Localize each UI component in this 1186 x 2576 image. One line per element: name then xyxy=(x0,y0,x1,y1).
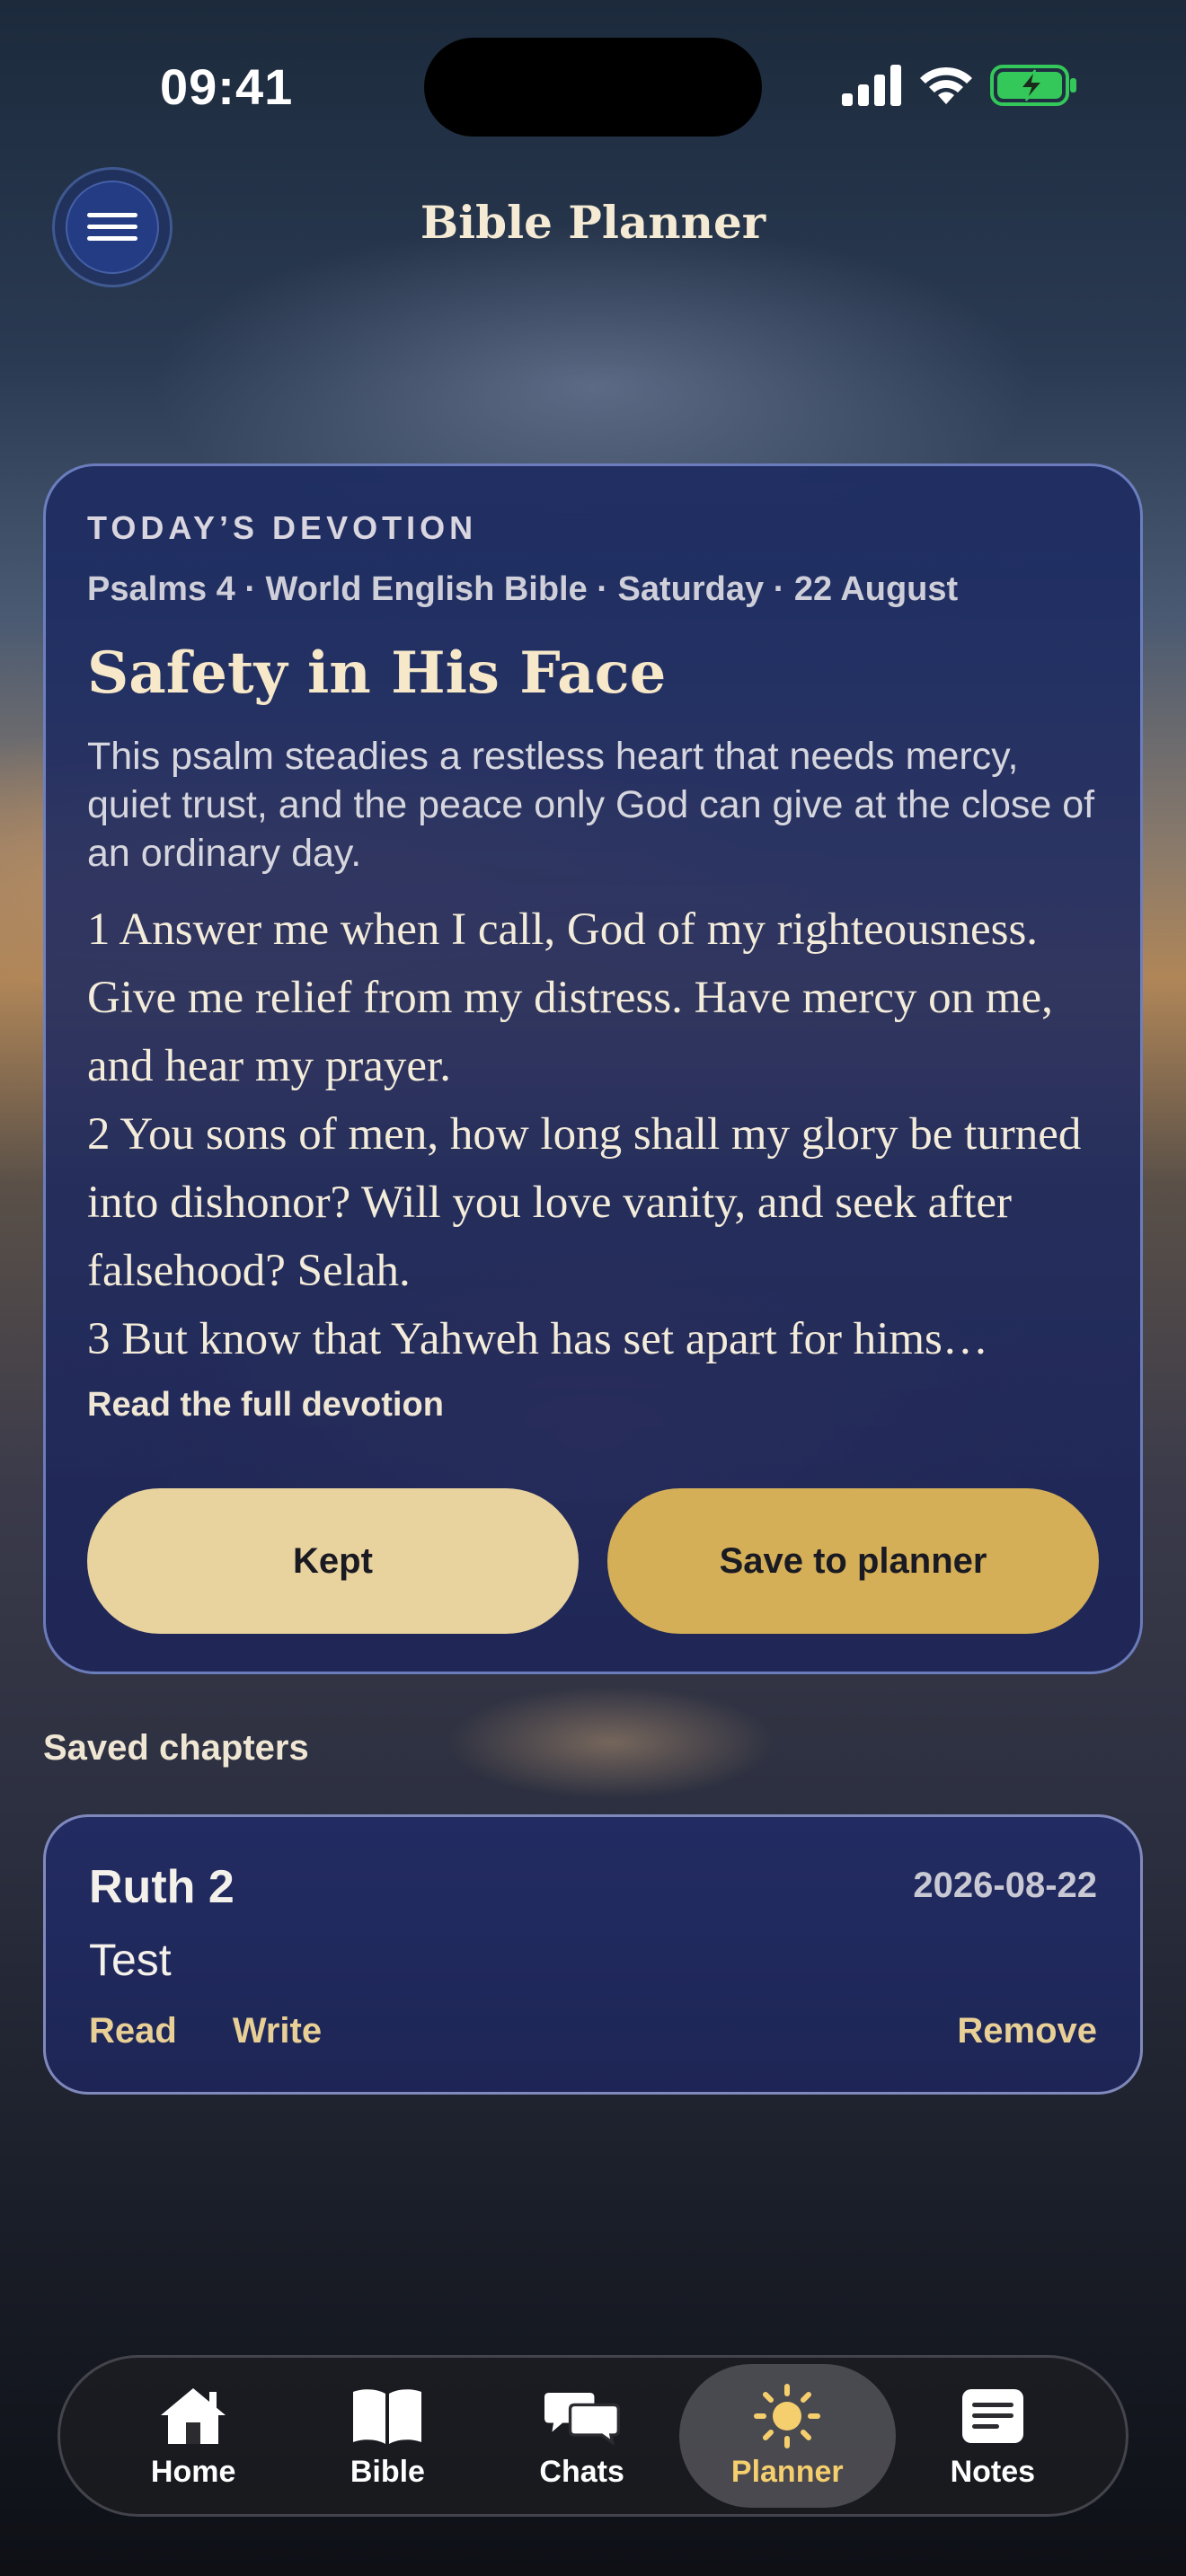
home-icon xyxy=(155,2383,231,2449)
chat-bubbles-icon xyxy=(544,2383,620,2449)
verse-2: 2 You sons of men, how long shall my glo… xyxy=(87,1109,1082,1296)
page-title: Bible Planner xyxy=(420,196,766,249)
devotion-eyebrow: TODAY’S DEVOTION xyxy=(87,509,478,546)
sun-icon xyxy=(749,2383,825,2449)
tab-chats[interactable]: Chats xyxy=(485,2364,679,2508)
saved-chapters-heading: Saved chapters xyxy=(43,1728,309,1768)
scripture-passage: 1 Answer me when I call, God of my right… xyxy=(87,895,1099,1373)
tab-notes-label: Notes xyxy=(950,2454,1036,2489)
tab-bible[interactable]: Bible xyxy=(290,2364,484,2508)
dynamic-island xyxy=(424,38,762,137)
tab-home-label: Home xyxy=(150,2454,236,2489)
tab-planner-label: Planner xyxy=(730,2454,844,2489)
read-full-devotion-link[interactable]: Read the full devotion xyxy=(87,1386,1099,1425)
remove-link[interactable]: Remove xyxy=(957,2011,1097,2051)
devotion-actions: Kept Save to planner xyxy=(87,1488,1099,1634)
devotion-meta: Psalms 4 · World English Bible · Saturda… xyxy=(87,570,959,608)
verse-1: 1 Answer me when I call, God of my right… xyxy=(87,904,1053,1091)
save-to-planner-button[interactable]: Save to planner xyxy=(607,1488,1099,1634)
devotion-card: TODAY’S DEVOTION Psalms 4 · World Englis… xyxy=(43,463,1143,1674)
devotion-title: Safety in His Face xyxy=(87,640,667,707)
write-link[interactable]: Write xyxy=(233,2011,322,2051)
wifi-icon xyxy=(920,66,972,104)
status-bar: 09:41 xyxy=(0,0,1186,171)
tab-home[interactable]: Home xyxy=(96,2364,290,2508)
saved-chapter-actions: Read Write Remove xyxy=(89,2011,1097,2051)
status-time: 09:41 xyxy=(160,58,294,115)
book-icon xyxy=(350,2383,425,2449)
devotion-summary: This psalm steadies a restless heart tha… xyxy=(87,735,1095,875)
verse-3: 3 But know that Yahweh has set apart for… xyxy=(87,1314,988,1364)
saved-chapter-date: 2026-08-22 xyxy=(913,1866,1097,1905)
read-link[interactable]: Read xyxy=(89,2011,177,2051)
cellular-signal-icon xyxy=(842,65,901,106)
tab-bar: Home Bible Chats Planner Notes xyxy=(58,2355,1128,2517)
tab-notes[interactable]: Notes xyxy=(896,2364,1090,2508)
tab-chats-label: Chats xyxy=(539,2454,624,2489)
saved-chapter-card: Ruth 2 2026-08-22 Test Read Write Remove xyxy=(43,1814,1143,2095)
saved-chapter-note: Test xyxy=(89,1935,172,1985)
notes-icon xyxy=(955,2383,1031,2449)
battery-charging-icon xyxy=(990,65,1076,106)
tab-bible-label: Bible xyxy=(350,2454,425,2489)
saved-chapter-reference: Ruth 2 xyxy=(89,1861,235,1913)
kept-button[interactable]: Kept xyxy=(87,1488,579,1634)
tab-planner[interactable]: Planner xyxy=(678,2364,896,2508)
